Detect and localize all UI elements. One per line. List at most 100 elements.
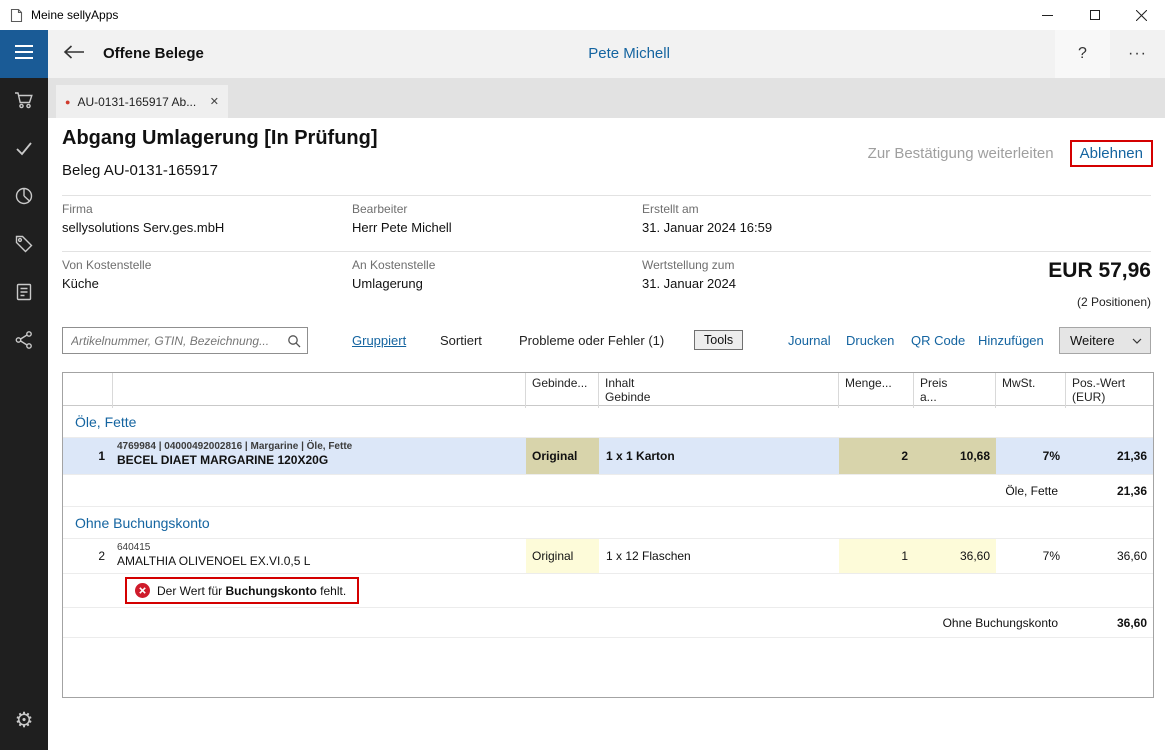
col-header-wert[interactable]: Pos.-Wert (EUR)	[1066, 373, 1153, 408]
print-link[interactable]: Drucken	[846, 326, 894, 356]
mwst-cell: 7%	[996, 539, 1066, 573]
sidebar-item-reports[interactable]	[0, 174, 48, 222]
app-icon	[9, 8, 24, 23]
error-icon	[135, 583, 150, 598]
problems-filter[interactable]: Probleme oder Fehler (1)	[519, 326, 664, 356]
gear-icon: ⚙	[15, 708, 34, 733]
sidebar-item-documents[interactable]	[0, 270, 48, 318]
sidebar-item-cart[interactable]	[0, 78, 48, 126]
subtotal-value: 36,60	[1066, 608, 1153, 637]
qr-code-link[interactable]: QR Code	[911, 326, 965, 356]
tab-label: AU-0131-165917 Ab...	[77, 95, 196, 109]
table-row[interactable]: 2 640415 AMALTHIA OLIVENOEL EX.VI.0,5 L …	[63, 539, 1153, 574]
wert-cell: 21,36	[1066, 438, 1153, 474]
help-button[interactable]: ?	[1055, 30, 1110, 78]
article-name: BECEL DIAET MARGARINE 120X20G	[117, 453, 526, 467]
row-number: 2	[63, 539, 113, 573]
grouped-toggle[interactable]: Gruppiert	[352, 326, 406, 356]
error-text-field: Buchungskonto	[225, 584, 316, 598]
search-input[interactable]	[63, 328, 307, 353]
sidebar-item-articles[interactable]	[0, 222, 48, 270]
sorted-toggle[interactable]: Sortiert	[440, 326, 482, 356]
more-options-button[interactable]: ···	[1110, 30, 1165, 78]
close-button[interactable]	[1118, 0, 1165, 30]
menu-icon	[15, 45, 33, 64]
app-header: Offene Belege Pete Michell ? ···	[0, 30, 1165, 78]
col-header-mwst[interactable]: MwSt.	[996, 373, 1066, 408]
sidebar-item-settings[interactable]: ⚙	[0, 696, 48, 744]
field-label-firma: Firma	[62, 202, 93, 216]
field-value-firma: sellysolutions Serv.ges.mbH	[62, 220, 224, 235]
table-header-row: Gebinde... Inhalt Gebinde Menge... Preis…	[63, 373, 1153, 406]
tools-button[interactable]: Tools	[694, 330, 743, 350]
cart-icon	[14, 90, 34, 115]
positions-count: (2 Positionen)	[1077, 295, 1151, 309]
add-link[interactable]: Hinzufügen	[978, 326, 1044, 356]
validation-error-row: Der Wert für Buchungskonto fehlt.	[63, 574, 1153, 608]
gebinde-cell: Original	[526, 438, 599, 474]
row-number: 1	[63, 438, 113, 474]
field-value-an-kostenstelle: Umlagerung	[352, 276, 423, 291]
field-label-bearbeiter: Bearbeiter	[352, 202, 407, 216]
tag-icon	[14, 234, 34, 259]
forward-action[interactable]: Zur Bestätigung weiterleiten	[868, 145, 1054, 162]
back-arrow-icon	[63, 44, 85, 65]
table-row[interactable]: 1 4769984 | 04000492002816 | Margarine |…	[63, 438, 1153, 475]
col-header-inhalt[interactable]: Inhalt Gebinde	[599, 373, 839, 408]
gebinde-cell: Original	[526, 539, 599, 573]
menu-button[interactable]	[0, 30, 48, 78]
field-value-wertstellung: 31. Januar 2024	[642, 276, 736, 291]
sidebar-item-share[interactable]	[0, 318, 48, 366]
journal-link[interactable]: Journal	[788, 326, 831, 356]
col-header-gebinde[interactable]: Gebinde...	[526, 373, 599, 408]
tab-close-icon[interactable]: ✕	[210, 95, 219, 108]
field-label-erstellt: Erstellt am	[642, 202, 699, 216]
wert-cell: 36,60	[1066, 539, 1153, 573]
col-header-desc	[113, 373, 526, 408]
field-value-bearbeiter: Herr Pete Michell	[352, 220, 452, 235]
mwst-cell: 7%	[996, 438, 1066, 474]
subtotal-label: Ohne Buchungskonto	[63, 608, 1066, 637]
search-box[interactable]	[62, 327, 308, 354]
positions-table: Gebinde... Inhalt Gebinde Menge... Preis…	[62, 372, 1154, 698]
document-title: Abgang Umlagerung [In Prüfung]	[62, 127, 378, 150]
field-label-an-kostenstelle: An Kostenstelle	[352, 258, 435, 272]
group-header-oele-fette[interactable]: Öle, Fette	[63, 406, 1153, 438]
maximize-button[interactable]	[1071, 0, 1118, 30]
field-label-wertstellung: Wertstellung zum	[642, 258, 734, 272]
preis-cell: 10,68	[914, 438, 996, 474]
more-actions-dropdown[interactable]: Weitere	[1059, 327, 1151, 354]
journal-icon	[14, 282, 34, 307]
minimize-button[interactable]	[1024, 0, 1071, 30]
col-header-num	[63, 373, 113, 408]
col-header-preis[interactable]: Preis a...	[914, 373, 996, 408]
article-name: AMALTHIA OLIVENOEL EX.VI.0,5 L	[117, 554, 526, 568]
sidebar-item-tasks[interactable]	[0, 126, 48, 174]
pie-chart-icon	[14, 186, 34, 211]
menge-cell: 1	[839, 539, 914, 573]
field-value-erstellt: 31. Januar 2024 16:59	[642, 220, 772, 235]
error-message: Der Wert für Buchungskonto fehlt.	[125, 577, 359, 604]
group-header-ohne-buchungskonto[interactable]: Ohne Buchungskonto	[63, 507, 1153, 539]
chevron-down-icon	[1132, 338, 1142, 344]
back-button[interactable]	[56, 30, 92, 78]
divider	[62, 251, 1151, 252]
group-subtotal-row: Ohne Buchungskonto 36,60	[63, 608, 1153, 638]
article-meta: 640415	[117, 542, 526, 553]
reject-button[interactable]: Ablehnen	[1070, 140, 1153, 167]
search-icon	[287, 334, 301, 351]
window-title: Meine sellyApps	[31, 8, 118, 22]
group-subtotal-row: Öle, Fette 21,36	[63, 475, 1153, 507]
error-text-prefix: Der Wert für	[157, 584, 225, 598]
table-empty-area	[63, 638, 1153, 697]
user-name[interactable]: Pete Michell	[588, 30, 670, 78]
col-header-menge[interactable]: Menge...	[839, 373, 914, 408]
window-titlebar: Meine sellyApps	[0, 0, 1165, 30]
document-view: Abgang Umlagerung [In Prüfung] Beleg AU-…	[48, 118, 1165, 750]
total-amount: EUR 57,96	[1048, 259, 1151, 283]
page-title: Offene Belege	[103, 30, 204, 78]
list-toolbar: Gruppiert Sortiert Probleme oder Fehler …	[48, 326, 1165, 356]
document-tab[interactable]: ● AU-0131-165917 Ab... ✕	[56, 85, 228, 118]
field-value-von-kostenstelle: Küche	[62, 276, 99, 291]
unsaved-dot-icon: ●	[65, 97, 70, 107]
